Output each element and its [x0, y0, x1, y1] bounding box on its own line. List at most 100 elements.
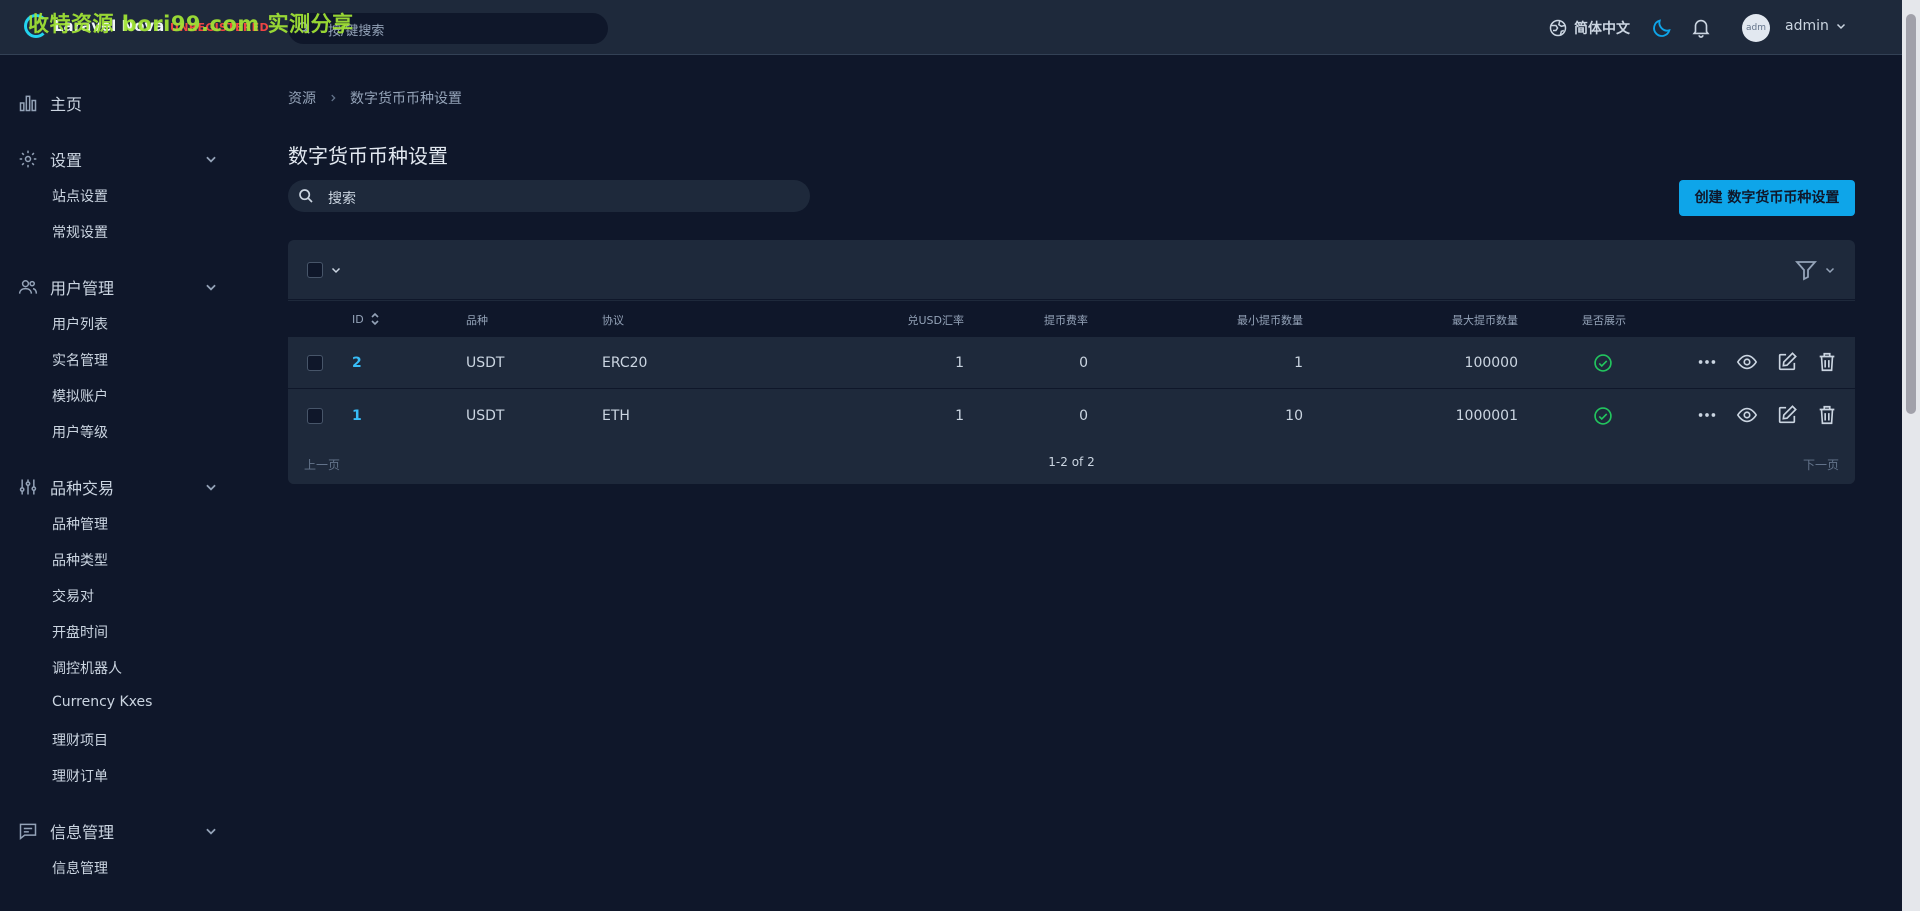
row-checkbox[interactable]	[307, 408, 323, 424]
row-fee-rate: 0	[1079, 355, 1088, 371]
column-header-id[interactable]: ID	[352, 312, 380, 326]
column-header-min-withdraw: 最小提币数量	[1237, 314, 1303, 327]
sidebar-item-control-robot[interactable]: 调控机器人	[52, 658, 122, 678]
sidebar-item-wealth-orders[interactable]: 理财订单	[52, 766, 108, 786]
top-bar: Laravel Nova UNREGISTERED 收特资源 bori99.co…	[0, 0, 1902, 55]
pagination-info: 1-2 of 2	[1048, 455, 1095, 469]
chevron-down-icon	[1825, 267, 1835, 274]
sidebar-item-user-list[interactable]: 用户列表	[52, 314, 108, 334]
language-switcher[interactable]: 简体中文	[1548, 18, 1630, 38]
gear-icon	[19, 150, 37, 168]
page-title: 数字货币币种设置	[288, 144, 448, 168]
chevron-down-icon[interactable]	[204, 480, 218, 494]
resource-search-input[interactable]: 搜索	[288, 180, 810, 212]
table-row[interactable]: 1 USDT ETH 1 0 10 1000001	[288, 390, 1855, 442]
page-scrollbar[interactable]	[1902, 0, 1920, 911]
watermark-text: 收特资源 bori99.com 实测分享	[28, 12, 354, 36]
sidebar-item-user-levels[interactable]: 用户等级	[52, 422, 108, 442]
row-usd-rate: 1	[955, 355, 964, 371]
sidebar-item-currency-kxes[interactable]: Currency Kxes	[52, 694, 152, 710]
chevron-down-icon	[1836, 23, 1845, 30]
bar-chart-icon	[19, 95, 37, 112]
create-resource-button[interactable]: 创建 数字货币币种设置	[1679, 180, 1855, 216]
view-eye-icon[interactable]	[1736, 404, 1758, 426]
sidebar-item-realname[interactable]: 实名管理	[52, 350, 108, 370]
sidebar-group-label: 品种交易	[50, 479, 115, 498]
row-id-link[interactable]: 2	[352, 355, 362, 371]
sidebar-group-messages[interactable]: 信息管理	[18, 818, 218, 844]
check-circle-icon	[1594, 407, 1612, 425]
column-header-protocol: 协议	[602, 314, 624, 327]
sidebar-group-label: 信息管理	[50, 823, 115, 842]
table-row[interactable]: 2 USDT ERC20 1 0 1 100000	[288, 337, 1855, 389]
breadcrumb-root[interactable]: 资源	[288, 88, 316, 108]
message-icon	[19, 823, 37, 841]
more-actions-icon[interactable]	[1696, 404, 1718, 426]
resource-search-placeholder: 搜索	[328, 191, 356, 207]
scrollbar-thumb[interactable]	[1906, 14, 1916, 414]
check-circle-icon	[1594, 354, 1612, 372]
row-actions	[1696, 351, 1838, 373]
sidebar-item-trading-pairs[interactable]: 交易对	[52, 586, 94, 606]
filter-icon	[1795, 261, 1817, 281]
sidebar-group-settings[interactable]: 设置	[18, 146, 218, 172]
delete-trash-icon[interactable]	[1816, 351, 1838, 373]
sidebar-item-message-management[interactable]: 信息管理	[52, 858, 108, 878]
column-header-visible: 是否展示	[1582, 314, 1626, 327]
sort-icon	[371, 312, 379, 326]
sidebar-group-users[interactable]: 用户管理	[18, 274, 218, 300]
breadcrumb-current: 数字货币币种设置	[350, 91, 462, 107]
edit-icon[interactable]	[1776, 404, 1798, 426]
dark-mode-toggle-icon[interactable]	[1651, 17, 1673, 39]
sidebar-group-label: 用户管理	[50, 279, 115, 298]
chevron-down-icon[interactable]	[204, 280, 218, 294]
sidebar-item-symbol-types[interactable]: 品种类型	[52, 550, 108, 570]
more-actions-icon[interactable]	[1696, 351, 1718, 373]
row-protocol: ETH	[602, 408, 630, 424]
row-usd-rate: 1	[955, 408, 964, 424]
view-eye-icon[interactable]	[1736, 351, 1758, 373]
select-all-checkbox[interactable]	[307, 262, 323, 278]
row-fee-rate: 0	[1079, 408, 1088, 424]
row-actions	[1696, 404, 1838, 426]
chevron-down-icon[interactable]	[330, 264, 342, 276]
chevron-down-icon[interactable]	[204, 824, 218, 838]
user-name: admin	[1785, 18, 1829, 34]
table-header: ID 品种 协议 兑USD汇率 提币费率 最小提币数量 最大提币数量 是否展示	[288, 301, 1855, 337]
table-toolbar	[288, 240, 1855, 300]
column-header-symbol: 品种	[466, 314, 488, 327]
pagination-next-button[interactable]: 下一页	[1803, 456, 1839, 473]
chevron-right-icon	[331, 94, 336, 102]
sidebar-item-symbols[interactable]: 品种管理	[52, 514, 108, 534]
resource-table-card: ID 品种 协议 兑USD汇率 提币费率 最小提币数量 最大提币数量 是否展示 …	[288, 240, 1855, 484]
sidebar-item-label: 主页	[50, 95, 83, 114]
notifications-bell-icon[interactable]	[1690, 16, 1712, 38]
column-header-max-withdraw: 最大提币数量	[1452, 314, 1518, 327]
edit-icon[interactable]	[1776, 351, 1798, 373]
pagination: 上一页 1-2 of 2 下一页	[288, 441, 1855, 484]
user-avatar[interactable]: adm	[1742, 14, 1770, 42]
row-id-link[interactable]: 1	[352, 408, 362, 424]
sidebar-group-label: 设置	[50, 151, 83, 170]
sidebar-item-general-settings[interactable]: 常规设置	[52, 222, 108, 242]
row-min-withdraw: 10	[1285, 408, 1303, 424]
sidebar-item-wealth-products[interactable]: 理财项目	[52, 730, 108, 750]
user-menu[interactable]: admin	[1785, 18, 1847, 34]
sidebar-item-open-hours[interactable]: 开盘时间	[52, 622, 108, 642]
row-max-withdraw: 100000	[1464, 355, 1518, 371]
column-header-fee-rate: 提币费率	[1044, 314, 1088, 327]
sidebar-item-site-settings[interactable]: 站点设置	[52, 186, 108, 206]
row-symbol: USDT	[466, 408, 505, 424]
users-icon	[18, 280, 38, 294]
sidebar-item-home[interactable]: 主页	[18, 90, 218, 116]
row-checkbox[interactable]	[307, 355, 323, 371]
row-symbol: USDT	[466, 355, 505, 371]
sidebar-item-demo-accounts[interactable]: 模拟账户	[52, 386, 108, 406]
delete-trash-icon[interactable]	[1816, 404, 1838, 426]
chevron-down-icon[interactable]	[204, 152, 218, 166]
filter-button[interactable]	[1794, 258, 1836, 282]
breadcrumb: 资源 数字货币币种设置	[288, 88, 462, 108]
sidebar-group-trading[interactable]: 品种交易	[18, 474, 218, 500]
row-protocol: ERC20	[602, 355, 648, 371]
language-label: 简体中文	[1574, 21, 1630, 37]
